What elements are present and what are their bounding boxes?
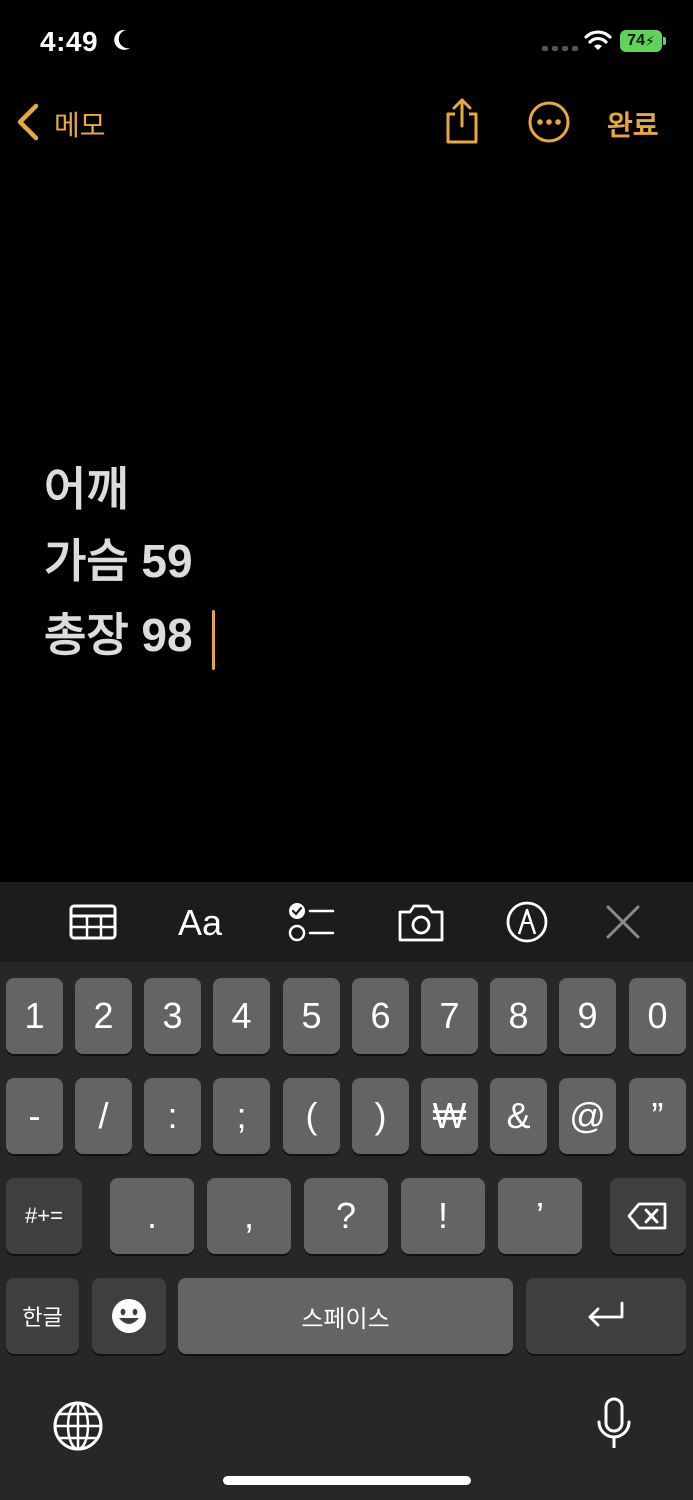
key[interactable]: . [110,1178,194,1254]
key[interactable]: - [6,1078,63,1154]
return-key[interactable] [526,1278,686,1354]
key[interactable]: ’ [498,1178,582,1254]
space-key[interactable]: 스페이스 [178,1278,513,1354]
key[interactable]: ) [352,1078,409,1154]
key[interactable]: 7 [421,978,478,1054]
back-button[interactable]: 메모 [54,104,106,144]
text-cursor [212,610,215,670]
more-icon[interactable] [527,100,571,144]
done-button[interactable]: 완료 [607,104,659,144]
symbols-key[interactable]: #+= [6,1178,82,1254]
key[interactable]: ” [629,1078,686,1154]
key[interactable]: @ [559,1078,616,1154]
key[interactable]: , [207,1178,291,1254]
battery-level: 74 [627,32,645,49]
key[interactable]: ₩ [421,1078,478,1154]
key[interactable]: ! [401,1178,485,1254]
note-line[interactable]: 어깨 [44,466,129,512]
key[interactable]: & [490,1078,547,1154]
key[interactable]: 1 [6,978,63,1054]
key[interactable]: 3 [144,978,201,1054]
return-icon [588,1301,624,1327]
microphone-icon[interactable] [594,1396,634,1452]
emoji-icon [112,1299,146,1333]
close-icon[interactable] [604,900,642,944]
share-icon[interactable] [442,96,482,146]
moon-icon [114,29,130,50]
key[interactable]: ? [304,1178,388,1254]
key[interactable]: 6 [352,978,409,1054]
table-icon[interactable] [68,900,118,944]
key[interactable]: 4 [213,978,270,1054]
key[interactable]: 2 [75,978,132,1054]
key[interactable]: 5 [283,978,340,1054]
delete-key[interactable] [610,1178,686,1254]
key[interactable]: 0 [629,978,686,1054]
chevron-left-icon[interactable] [14,102,42,142]
language-key[interactable]: 한글 [6,1278,79,1354]
signal-icon [542,46,578,51]
wifi-icon [584,30,612,50]
note-line[interactable]: 가슴 59 [44,538,193,584]
camera-icon[interactable] [396,900,446,944]
checklist-icon[interactable] [286,900,336,944]
text-format-icon[interactable]: Aa [178,902,222,944]
key[interactable]: ; [213,1078,270,1154]
key[interactable]: : [144,1078,201,1154]
home-indicator [223,1476,471,1485]
note-line[interactable]: 총장 98 [44,612,193,658]
key[interactable]: 9 [559,978,616,1054]
emoji-key[interactable] [92,1278,166,1354]
key[interactable]: / [75,1078,132,1154]
key[interactable]: 8 [490,978,547,1054]
key[interactable]: ( [283,1078,340,1154]
globe-icon[interactable] [52,1400,104,1452]
backspace-icon [627,1202,667,1230]
markup-pen-icon[interactable] [504,900,550,944]
status-time: 4:49 [40,26,99,57]
battery-icon: 74 ⚡ [620,30,666,52]
